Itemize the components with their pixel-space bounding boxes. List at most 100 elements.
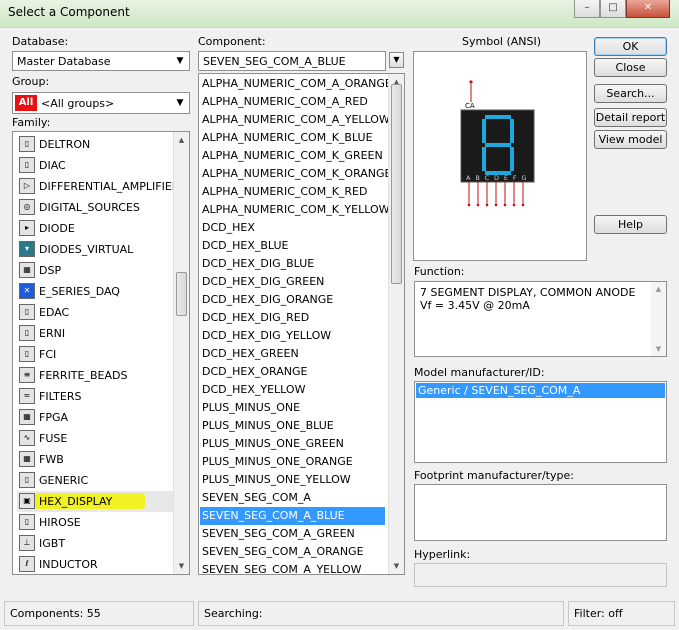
connector-icon: ▯ xyxy=(19,136,35,152)
search-button[interactable]: Search... xyxy=(594,84,667,103)
scroll-up-icon[interactable]: ▲ xyxy=(174,132,189,148)
component-item[interactable]: ALPHA_NUMERIC_COM_A_RED xyxy=(200,93,385,111)
component-item[interactable]: SEVEN_SEG_COM_A xyxy=(200,489,385,507)
component-item[interactable]: PLUS_MINUS_ONE_GREEN xyxy=(200,435,385,453)
component-search-input[interactable]: SEVEN_SEG_COM_A_BLUE xyxy=(198,51,386,71)
family-item[interactable]: ▸ DIODE xyxy=(17,218,177,239)
family-item-label: IGBT xyxy=(39,537,66,550)
family-item[interactable]: ◎ DIGITAL_SOURCES xyxy=(17,197,177,218)
group-select[interactable]: All <All groups> ▼ xyxy=(12,92,190,114)
family-item[interactable]: ≈ FILTERS xyxy=(17,386,177,407)
family-item[interactable]: ▯ DELTRON xyxy=(17,134,177,155)
family-item[interactable]: ▣ HEX_DISPLAY xyxy=(17,491,177,512)
family-item[interactable]: ▯ GENERIC xyxy=(17,470,177,491)
maximize-button[interactable]: □ xyxy=(600,0,626,18)
family-label: Family: xyxy=(12,116,51,129)
component-search-value: SEVEN_SEG_COM_A_BLUE xyxy=(203,55,346,68)
component-item[interactable]: ALPHA_NUMERIC_COM_K_RED xyxy=(200,183,385,201)
family-item-label: FILTERS xyxy=(39,390,82,403)
function-box: 7 SEGMENT DISPLAY, COMMON ANODE Vf = 3.4… xyxy=(414,281,667,357)
display-icon: ▣ xyxy=(19,493,35,509)
help-button[interactable]: Help xyxy=(594,215,667,234)
component-item[interactable]: DCD_HEX_DIG_GREEN xyxy=(200,273,385,291)
family-item[interactable]: ▯ FCI xyxy=(17,344,177,365)
database-label: Database: xyxy=(12,35,69,48)
component-item[interactable]: DCD_HEX_BLUE xyxy=(200,237,385,255)
database-select[interactable]: Master Database ▼ xyxy=(12,51,190,71)
family-item-label: DIODE xyxy=(39,222,75,235)
chip-icon: ▦ xyxy=(19,409,35,425)
view-model-button[interactable]: View model xyxy=(594,130,667,149)
component-item[interactable]: DCD_HEX_DIG_YELLOW xyxy=(200,327,385,345)
family-item[interactable]: ▯ ERNI xyxy=(17,323,177,344)
family-item-label: DSP xyxy=(39,264,62,277)
component-item[interactable]: PLUS_MINUS_ONE_BLUE xyxy=(200,417,385,435)
component-item[interactable]: DCD_HEX_ORANGE xyxy=(200,363,385,381)
family-item-label: HIROSE xyxy=(39,516,81,529)
scroll-down-icon[interactable]: ▼ xyxy=(389,558,404,574)
scroll-thumb[interactable] xyxy=(391,84,402,284)
status-searching: Searching: xyxy=(198,601,564,626)
minimize-button[interactable]: – xyxy=(574,0,600,18)
model-item[interactable]: Generic / SEVEN_SEG_COM_A xyxy=(416,383,665,398)
scroll-up-icon[interactable]: ▲ xyxy=(651,285,666,293)
connector-icon: ▯ xyxy=(19,472,35,488)
scroll-down-icon[interactable]: ▼ xyxy=(651,345,666,353)
family-scrollbar[interactable]: ▲ ▼ xyxy=(173,132,189,574)
family-item[interactable]: ℓ INDUCTOR xyxy=(17,554,177,574)
hyperlink-field[interactable] xyxy=(414,563,667,587)
component-item[interactable]: ALPHA_NUMERIC_COM_K_GREEN xyxy=(200,147,385,165)
scroll-thumb[interactable] xyxy=(176,272,187,316)
family-item[interactable]: ▷ DIFFERENTIAL_AMPLIFIER xyxy=(17,176,179,197)
family-item-label: FCI xyxy=(39,348,57,361)
family-item[interactable]: ✕ E_SERIES_DAQ xyxy=(17,281,177,302)
detail-report-button[interactable]: Detail report xyxy=(594,108,667,127)
component-scrollbar[interactable]: ▲ ▼ xyxy=(388,74,404,574)
family-item[interactable]: ▦ FPGA xyxy=(17,407,177,428)
component-item[interactable]: PLUS_MINUS_ONE_ORANGE xyxy=(200,453,385,471)
family-item[interactable]: ▾ DIODES_VIRTUAL xyxy=(17,239,177,260)
filter-icon[interactable]: ▼ xyxy=(389,52,404,68)
component-item[interactable]: DCD_HEX xyxy=(200,219,385,237)
footprint-label: Footprint manufacturer/type: xyxy=(414,469,574,482)
function-scrollbar[interactable]: ▲ ▼ xyxy=(651,282,666,356)
family-item[interactable]: ▯ EDAC xyxy=(17,302,177,323)
family-item[interactable]: ⊥ IGBT xyxy=(17,533,177,554)
scroll-down-icon[interactable]: ▼ xyxy=(174,558,189,574)
ok-button[interactable]: OK xyxy=(594,37,667,56)
family-item[interactable]: ▯ DIAC xyxy=(17,155,177,176)
component-item[interactable]: PLUS_MINUS_ONE_YELLOW xyxy=(200,471,385,489)
component-item[interactable]: ALPHA_NUMERIC_COM_K_BLUE xyxy=(200,129,385,147)
family-item[interactable]: ≡ FERRITE_BEADS xyxy=(17,365,177,386)
family-list[interactable]: ℓ INDUCTOR ⊥ IGBT ▯ HIROSE ▣ HEX_DISPLAY ▯ GENERI… xyxy=(12,131,190,575)
component-item[interactable]: SEVEN_SEG_COM_A_YELLOW xyxy=(200,561,385,574)
component-item[interactable]: ALPHA_NUMERIC_COM_K_ORANGE xyxy=(200,165,392,183)
transistor-icon: ⊥ xyxy=(19,535,35,551)
component-item[interactable]: SEVEN_SEG_COM_A_ORANGE xyxy=(200,543,385,561)
component-item[interactable]: DCD_HEX_YELLOW xyxy=(200,381,385,399)
function-line-1: 7 SEGMENT DISPLAY, COMMON ANODE xyxy=(420,286,636,299)
component-list[interactable]: SEVEN_SEG_COM_A_YELLOW SEVEN_SEG_COM_A_OR… xyxy=(198,73,405,575)
family-item[interactable]: ∿ FUSE xyxy=(17,428,177,449)
close-window-button[interactable]: ✕ xyxy=(626,0,670,18)
family-item-label: HEX_DISPLAY xyxy=(39,495,113,508)
family-item-label: ERNI xyxy=(39,327,66,340)
component-item[interactable]: ALPHA_NUMERIC_COM_A_YELLOW xyxy=(200,111,390,129)
component-item[interactable]: PLUS_MINUS_ONE xyxy=(200,399,385,417)
family-item[interactable]: ▯ HIROSE xyxy=(17,512,177,533)
family-item-label: GENERIC xyxy=(39,474,89,487)
component-item[interactable]: DCD_HEX_DIG_ORANGE xyxy=(200,291,385,309)
family-item[interactable]: ▦ DSP xyxy=(17,260,177,281)
component-item[interactable]: ALPHA_NUMERIC_COM_K_YELLOW xyxy=(200,201,389,219)
component-item[interactable]: SEVEN_SEG_COM_A_BLUE xyxy=(200,507,385,525)
component-item[interactable]: DCD_HEX_DIG_RED xyxy=(200,309,385,327)
component-item[interactable]: DCD_HEX_DIG_BLUE xyxy=(200,255,385,273)
model-list[interactable]: Generic / SEVEN_SEG_COM_A xyxy=(414,381,667,463)
component-item[interactable]: DCD_HEX_GREEN xyxy=(200,345,385,363)
component-item[interactable]: SEVEN_SEG_COM_A_GREEN xyxy=(200,525,385,543)
close-button[interactable]: Close xyxy=(594,58,667,77)
footprint-list[interactable] xyxy=(414,484,667,541)
family-item[interactable]: ▦ FWB xyxy=(17,449,177,470)
family-item-label: DIGITAL_SOURCES xyxy=(39,201,140,214)
component-item[interactable]: ALPHA_NUMERIC_COM_A_ORANGE xyxy=(200,75,392,93)
